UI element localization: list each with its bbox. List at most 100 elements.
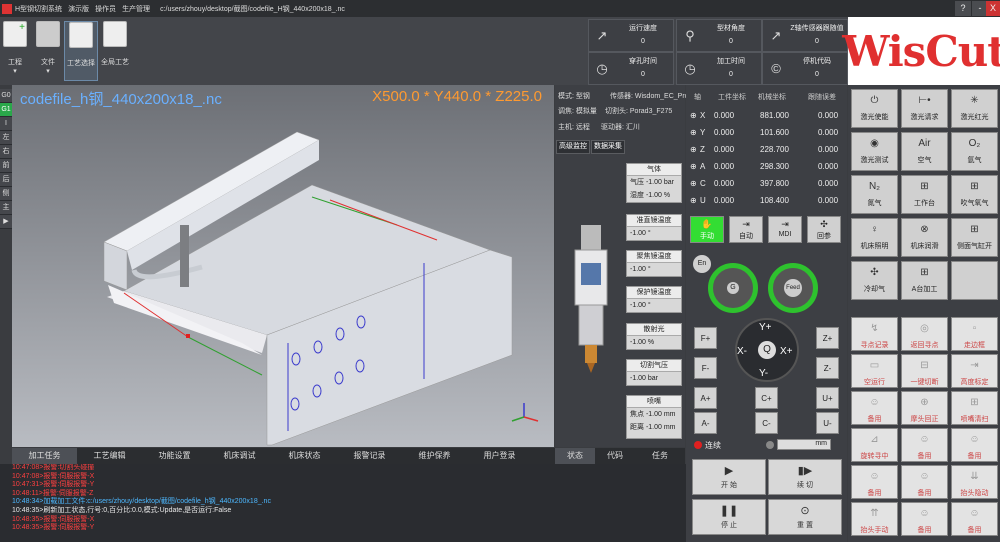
function-button-12[interactable]: ✣ 冷却气 — [851, 261, 898, 300]
function-button-3[interactable]: ◉ 激光测试 — [851, 132, 898, 171]
function-button-24[interactable]: ⊿ 旋转寻中 — [851, 428, 898, 462]
enable-button[interactable]: En — [693, 255, 711, 273]
tab-task[interactable]: 任务 — [635, 448, 685, 464]
tab-play[interactable]: ▶ — [0, 215, 12, 229]
function-button-4[interactable]: Air 空气 — [901, 132, 948, 171]
close-button[interactable]: X — [986, 1, 1000, 16]
function-button-1[interactable]: ⊢• 激光请求 — [901, 89, 948, 128]
function-button-2[interactable]: ✳ 激光红光 — [951, 89, 998, 128]
file-button[interactable]: 文件 ▾ — [34, 21, 62, 81]
function-button-20[interactable]: ⇥ 高度标定 — [951, 354, 998, 388]
tab-view-i[interactable]: I — [0, 117, 12, 131]
mode-auto-button[interactable]: ⇥ 自动 — [729, 216, 763, 243]
jog-a-plus[interactable]: A+ — [694, 387, 717, 409]
stop-button[interactable]: ❚❚ 停 止 — [692, 499, 766, 535]
3d-viewport[interactable]: codefile_h钢_440x200x18_.nc X500.0 * Y440… — [12, 85, 554, 447]
function-button-26[interactable]: ☺ 备用 — [951, 428, 998, 462]
tab-code[interactable]: 代码 — [595, 448, 635, 464]
function-button-16[interactable]: ◎ 返回寻点 — [901, 317, 948, 351]
tab-alarm-log[interactable]: 报警记录 — [337, 448, 402, 464]
mode-home-button[interactable]: ✣ 回参 — [807, 216, 841, 243]
function-button-19[interactable]: ⊟ 一键切断 — [901, 354, 948, 388]
jog-y-plus[interactable]: Y+ — [759, 322, 772, 333]
function-button-13[interactable]: ⊞ A台加工 — [901, 261, 948, 300]
function-button-11[interactable]: ⊞ 侧面气缸开 — [951, 218, 998, 257]
function-button-22[interactable]: ⊕ 摩头回正 — [901, 391, 948, 425]
menu-operator[interactable]: 操作员 — [95, 4, 116, 14]
tab-machine-debug[interactable]: 机床调试 — [207, 448, 272, 464]
message-log[interactable]: 10:47:08>报警:切割头碰撞 10:47:08>报警:伺服报警-X 10:47… — [0, 464, 686, 542]
tab-status[interactable]: 状态 — [555, 448, 595, 464]
tab-maintenance[interactable]: 维护保养 — [402, 448, 467, 464]
following-error: 0.000 — [818, 162, 839, 171]
process-select-button[interactable]: 工艺选择 — [64, 21, 98, 81]
function-button-23[interactable]: ⊞ 喷嘴清扫 — [951, 391, 998, 425]
function-button-28[interactable]: ☺ 备用 — [901, 465, 948, 499]
function-button-15[interactable]: ↯ 寻点记录 — [851, 317, 898, 351]
function-button-29[interactable]: ⇊ 抬头隐动 — [951, 465, 998, 499]
function-button-0[interactable]: ⏻ 激光使能 — [851, 89, 898, 128]
jog-y-minus[interactable]: Y- — [759, 368, 768, 379]
resume-cut-button[interactable]: ▮▶ 续 切 — [768, 459, 842, 495]
function-button-27[interactable]: ☺ 备用 — [851, 465, 898, 499]
jog-u-plus[interactable]: U+ — [816, 387, 839, 409]
mode-mdi-button[interactable]: ⇥ MDI — [768, 216, 802, 243]
tab-machine-status[interactable]: 机床状态 — [272, 448, 337, 464]
menu-production[interactable]: 生产管理 — [122, 4, 150, 14]
jog-stop-q[interactable]: Q — [758, 341, 776, 359]
jog-f-minus[interactable]: F- — [694, 357, 717, 379]
tab-g0[interactable]: G0 — [0, 89, 12, 103]
jog-z-minus[interactable]: Z- — [816, 357, 839, 379]
jog-u-minus[interactable]: U- — [816, 412, 839, 434]
function-button-30[interactable]: ⇈ 抬头手动 — [851, 502, 898, 536]
function-button-32[interactable]: ☺ 备用 — [951, 502, 998, 536]
advanced-monitor-button[interactable]: 高级监控 — [556, 140, 590, 154]
tab-user-login[interactable]: 用户登录 — [467, 448, 532, 464]
mode-manual-button[interactable]: ✋ 手动 — [690, 216, 724, 243]
tab-process-task[interactable]: 加工任务 — [12, 448, 77, 464]
function-button-25[interactable]: ☺ 备用 — [901, 428, 948, 462]
tab-g1[interactable]: G1 — [0, 103, 12, 117]
tab-view-front[interactable]: 前 — [0, 159, 12, 173]
function-button-9[interactable]: ♀ 机床照明 — [851, 218, 898, 257]
g-override-gauge[interactable]: G — [708, 263, 758, 313]
feed-override-gauge[interactable]: Feed — [768, 263, 818, 313]
jog-c-plus[interactable]: C+ — [755, 387, 778, 409]
function-label: 抬头手动 — [860, 527, 889, 534]
tab-view-main[interactable]: 主 — [0, 201, 12, 215]
continuous-radio[interactable] — [694, 441, 702, 449]
jog-c-minus[interactable]: C- — [755, 412, 778, 434]
global-process-button[interactable]: 全局工艺 — [99, 21, 131, 81]
function-button-17[interactable]: ▫ 走边框 — [951, 317, 998, 351]
menu-demo[interactable]: 演示版 — [68, 4, 89, 14]
jog-x-minus[interactable]: X- — [737, 346, 747, 357]
help-button[interactable]: ? — [955, 1, 971, 16]
function-button-7[interactable]: ⊞ 工作台 — [901, 175, 948, 214]
function-button-10[interactable]: ⊗ 机床润滑 — [901, 218, 948, 257]
step-radio[interactable] — [766, 441, 774, 449]
step-input[interactable]: mm — [777, 439, 831, 450]
reset-button[interactable]: ⊙ 重 置 — [768, 499, 842, 535]
data-collect-button[interactable]: 数据采集 — [591, 140, 625, 154]
g-label: G — [727, 282, 739, 294]
tab-view-right[interactable]: 右 — [0, 145, 12, 159]
tab-function-settings[interactable]: 功能设置 — [142, 448, 207, 464]
function-button-31[interactable]: ☺ 备用 — [901, 502, 948, 536]
function-button-8[interactable]: ⊞ 吹气氧气 — [951, 175, 998, 214]
jog-z-plus[interactable]: Z+ — [816, 327, 839, 349]
jog-a-minus[interactable]: A- — [694, 412, 717, 434]
start-button[interactable]: ▶ 开 始 — [692, 459, 766, 495]
axis-name: C — [700, 179, 706, 188]
project-button[interactable]: + 工程 ▾ — [2, 21, 28, 81]
function-button-5[interactable]: O₂ 氩气 — [951, 132, 998, 171]
tab-view-side[interactable]: 侧 — [0, 187, 12, 201]
jog-x-plus[interactable]: X+ — [780, 346, 793, 357]
tab-process-edit[interactable]: 工艺编辑 — [77, 448, 142, 464]
jog-f-plus[interactable]: F+ — [694, 327, 717, 349]
function-icon: ☺ — [969, 434, 980, 445]
function-button-18[interactable]: ▭ 空运行 — [851, 354, 898, 388]
function-button-6[interactable]: N₂ 氮气 — [851, 175, 898, 214]
tab-view-back[interactable]: 后 — [0, 173, 12, 187]
function-button-21[interactable]: ☺ 备用 — [851, 391, 898, 425]
tab-view-left[interactable]: 左 — [0, 131, 12, 145]
